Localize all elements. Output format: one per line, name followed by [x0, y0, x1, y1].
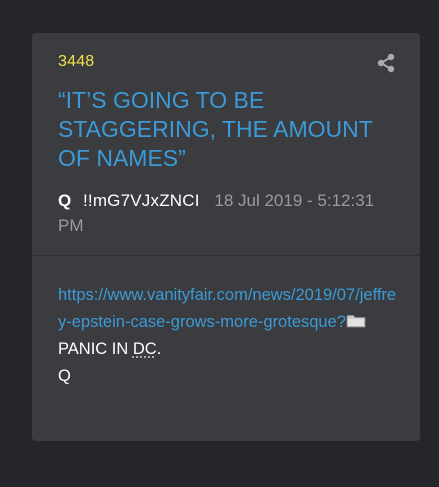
post-title: “IT’S GOING TO BE STAGGERING, THE AMOUNT…	[58, 87, 373, 171]
post-number[interactable]: 3448	[58, 53, 94, 71]
share-icon[interactable]	[376, 53, 396, 73]
post-tripcode: !!mG7VJxZNCI	[82, 191, 200, 210]
post-author: Q	[58, 191, 72, 210]
panic-prefix: PANIC IN	[58, 340, 133, 358]
post-meta: Q !!mG7VJxZNCI 18 Jul 2019 - 5:12:31 PM	[58, 188, 398, 238]
post-signature: Q	[58, 367, 71, 385]
post-body: https://www.vanityfair.com/news/2019/07/…	[58, 282, 403, 390]
post-card: 3448 “IT’S GOING TO BE STAGGERING, THE A…	[32, 33, 420, 441]
panic-dc-text: DC	[132, 340, 157, 358]
post-divider	[32, 255, 420, 256]
panic-line: PANIC IN DC.	[58, 336, 403, 363]
folder-icon	[346, 315, 366, 328]
panic-suffix: .	[156, 340, 162, 358]
